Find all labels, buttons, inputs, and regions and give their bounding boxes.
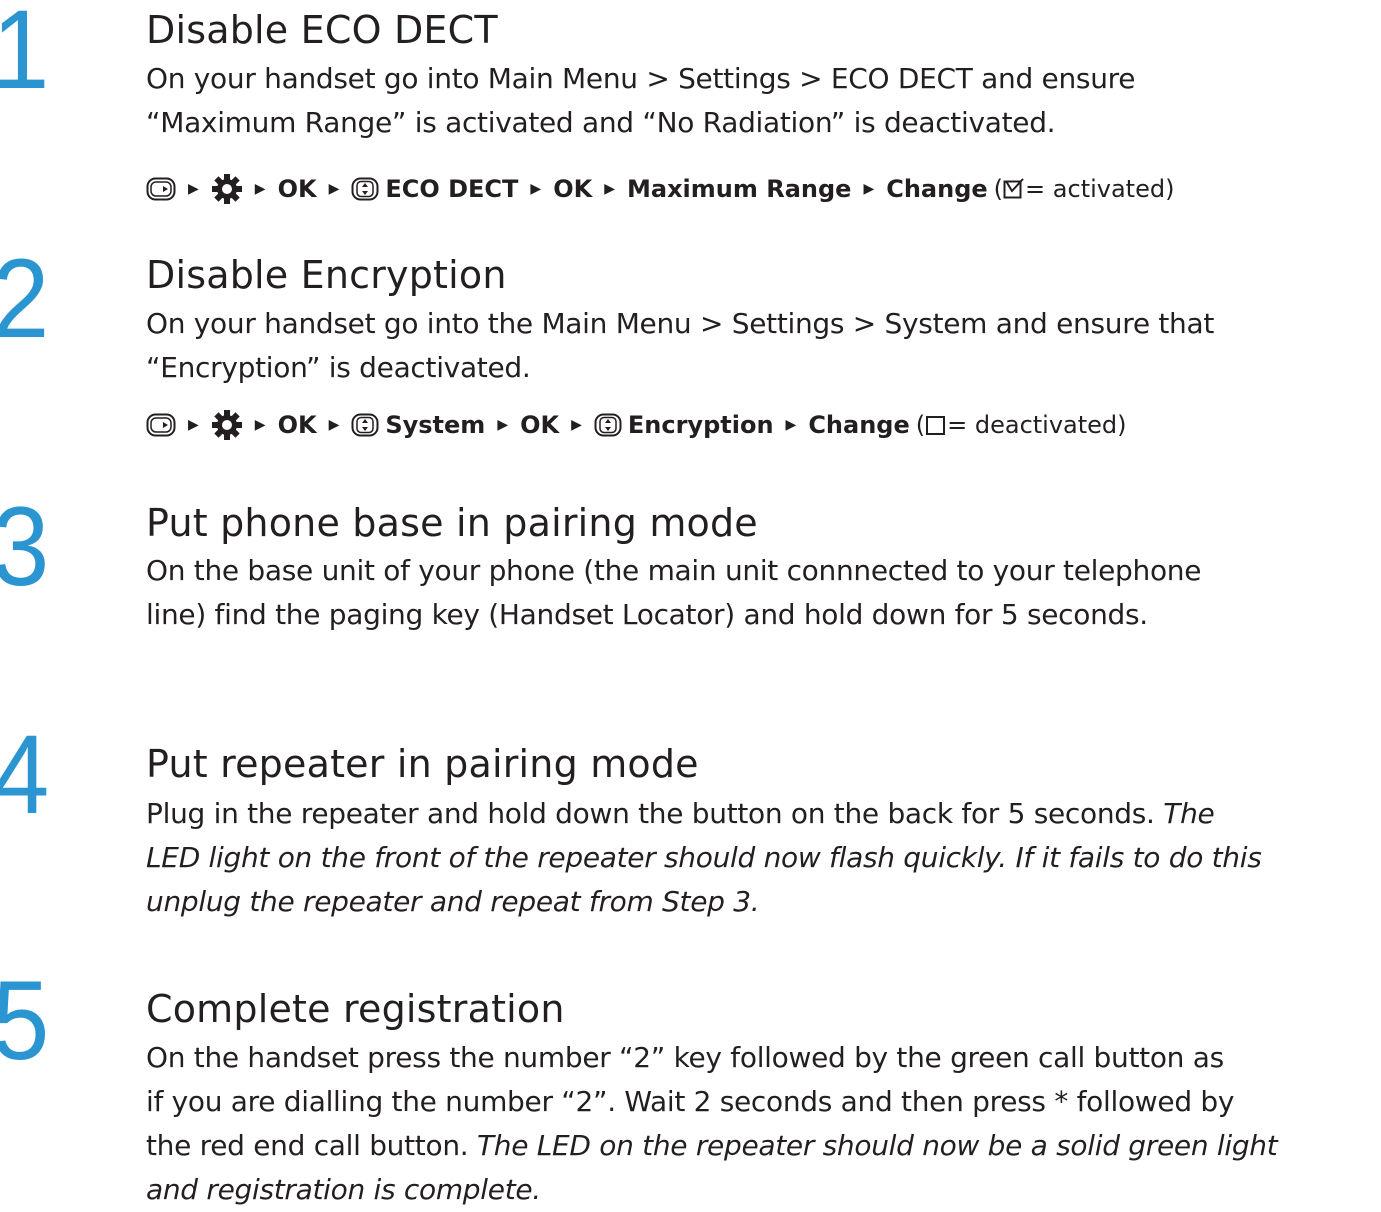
step-number: 5	[0, 965, 49, 1077]
body-line: “Encryption” is deactivated.	[146, 351, 531, 384]
body-text: the red end call button.	[146, 1129, 477, 1162]
menu-key-icon	[146, 177, 176, 201]
arrow-right-icon: ▶	[254, 181, 266, 197]
arrow-right-icon: ▶	[785, 417, 797, 433]
step-title: Put phone base in pairing mode	[146, 501, 758, 545]
arrow-right-icon: ▶	[571, 417, 582, 433]
arrow-right-icon: ▶	[863, 181, 875, 197]
menu-path: ▶ ▶ OK ▶ ECO DECT ▶ OK ▶ Maximum Range ▶…	[146, 172, 1174, 206]
paren-open: (	[993, 175, 1004, 203]
body-line: On your handset go into the Main Menu > …	[146, 307, 1215, 340]
step-number: 1	[0, 0, 49, 106]
body-line: if you are dialling the number “2”. Wait…	[146, 1085, 1235, 1118]
arrow-right-icon: ▶	[188, 417, 199, 433]
step-body: On the base unit of your phone (the main…	[146, 549, 1376, 637]
step-number: 4	[0, 719, 49, 831]
body-line: and registration is complete.	[146, 1168, 1376, 1212]
state-text: = deactivated)	[947, 411, 1127, 439]
ok-key-label: OK	[277, 175, 317, 203]
navigation-key-icon	[351, 413, 379, 437]
body-line: On your handset go into Main Menu > Sett…	[146, 62, 1136, 95]
ok-key-label: OK	[520, 411, 560, 439]
arrow-right-icon: ▶	[328, 417, 340, 433]
arrow-right-icon: ▶	[328, 181, 340, 197]
checked-checkbox-icon	[1003, 178, 1024, 199]
arrow-right-icon: ▶	[530, 181, 542, 197]
settings-gear-icon	[211, 410, 242, 440]
arrow-right-icon: ▶	[188, 181, 199, 197]
body-line: line) find the paging key (Handset Locat…	[146, 598, 1148, 631]
body-italic-text: LED light on the front of the repeater s…	[146, 841, 1262, 874]
body-line: On the handset press the number “2” key …	[146, 1041, 1224, 1074]
navigation-key-icon	[351, 177, 379, 201]
state-text: = activated)	[1025, 175, 1175, 203]
body-line: Plug in the repeater and hold down the b…	[146, 792, 1376, 836]
arrow-right-icon: ▶	[497, 417, 509, 433]
ok-key-label: OK	[553, 175, 593, 203]
body-italic-text: The LED on the repeater should now be a …	[476, 1129, 1278, 1162]
step-number: 3	[0, 491, 49, 603]
unchecked-checkbox-icon	[926, 416, 946, 435]
body-italic-text: and registration is complete.	[146, 1173, 541, 1206]
body-line: unplug the repeater and repeat from Step…	[146, 880, 1376, 924]
step-number: 2	[0, 243, 49, 355]
menu-path: ▶ ▶ OK ▶ System ▶ OK ▶ Encryption ▶ Chan…	[146, 408, 1127, 442]
body-italic-text: unplug the repeater and repeat from Step…	[146, 885, 760, 918]
menu-item-eco-dect: ECO DECT	[385, 175, 519, 203]
navigation-key-icon	[594, 413, 622, 437]
menu-item-encryption: Encryption	[627, 411, 774, 439]
step-title: Put repeater in pairing mode	[146, 742, 699, 786]
change-label: Change	[808, 411, 910, 439]
menu-key-icon	[146, 413, 176, 437]
step-body: On your handset go into Main Menu > Sett…	[146, 57, 1376, 145]
body-line: “Maximum Range” is activated and “No Rad…	[146, 106, 1056, 139]
body-line: LED light on the front of the repeater s…	[146, 836, 1376, 880]
arrow-right-icon: ▶	[254, 417, 266, 433]
arrow-right-icon: ▶	[604, 181, 615, 197]
paren-open: (	[915, 411, 926, 439]
menu-item-system: System	[385, 411, 486, 439]
ok-key-label: OK	[277, 411, 317, 439]
step-body: On your handset go into the Main Menu > …	[146, 302, 1376, 390]
step-body: On the handset press the number “2” key …	[146, 1036, 1376, 1212]
body-italic-text: The	[1163, 797, 1215, 830]
step-body: Plug in the repeater and hold down the b…	[146, 792, 1376, 924]
menu-item-maximum-range: Maximum Range	[626, 175, 852, 203]
step-title: Disable ECO DECT	[146, 8, 498, 52]
body-line: On the base unit of your phone (the main…	[146, 554, 1202, 587]
step-title: Disable Encryption	[146, 253, 507, 297]
step-title: Complete registration	[146, 987, 565, 1031]
settings-gear-icon	[211, 174, 242, 204]
body-text: Plug in the repeater and hold down the b…	[146, 797, 1164, 830]
body-line: the red end call button. The LED on the …	[146, 1124, 1376, 1168]
change-label: Change	[886, 175, 988, 203]
